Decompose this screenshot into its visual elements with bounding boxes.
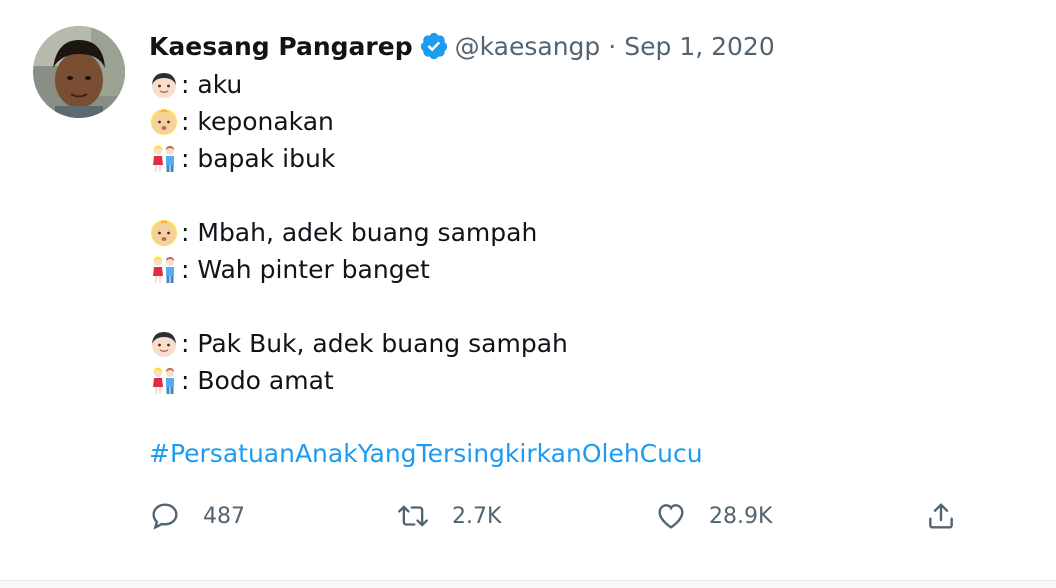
tweet-line: : Wah pinter banget: [149, 251, 1029, 288]
tweet-actions: 487 2.7K 28.9K: [149, 496, 969, 536]
tweet-date[interactable]: Sep 1, 2020: [624, 32, 775, 61]
retweet-button[interactable]: 2.7K: [396, 496, 501, 536]
author-handle[interactable]: @kaesangp: [455, 32, 601, 61]
boy-face-icon: [149, 70, 179, 100]
retweet-icon: [396, 500, 430, 532]
baby-face-icon: [149, 107, 179, 137]
line-text: : aku: [181, 70, 243, 99]
heart-icon: [655, 500, 687, 532]
author-name[interactable]: Kaesang Pangarep: [149, 32, 413, 61]
tweet-body: : aku : keponakan : bapak ibuk : Mbah, a…: [149, 66, 1029, 472]
tweet-card[interactable]: Kaesang Pangarep @kaesangp · Sep 1, 2020…: [0, 0, 1056, 581]
tweet-header: Kaesang Pangarep @kaesangp · Sep 1, 2020: [149, 26, 1029, 66]
baby-face-icon: [149, 218, 179, 248]
boy-face-icon: [149, 329, 179, 359]
tweet-line: : Bodo amat: [149, 362, 1029, 399]
couple-icon: [149, 366, 179, 396]
couple-icon: [149, 144, 179, 174]
tweet-content: Kaesang Pangarep @kaesangp · Sep 1, 2020…: [149, 26, 1029, 472]
reply-icon: [149, 500, 181, 532]
tweet-line: : aku: [149, 66, 1029, 103]
retweet-count: 2.7K: [452, 503, 502, 529]
hashtag-link[interactable]: #PersatuanAnakYangTersingkirkanOlehCucu: [149, 435, 1029, 472]
line-text: : Bodo amat: [181, 366, 334, 395]
line-text: : Mbah, adek buang sampah: [181, 218, 538, 247]
line-text: : keponakan: [181, 107, 334, 136]
like-count: 28.9K: [709, 503, 773, 529]
line-text: : bapak ibuk: [181, 144, 336, 173]
header-separator: ·: [608, 31, 617, 61]
line-text: : Wah pinter banget: [181, 255, 430, 284]
tweet-line: : bapak ibuk: [149, 140, 1029, 177]
avatar[interactable]: [33, 26, 125, 118]
share-button[interactable]: [925, 496, 957, 536]
reply-count: 487: [203, 503, 245, 529]
couple-icon: [149, 255, 179, 285]
share-icon: [925, 500, 957, 532]
line-text: : Pak Buk, adek buang sampah: [181, 329, 568, 358]
tweet-line: : Pak Buk, adek buang sampah: [149, 325, 1029, 362]
verified-badge-icon: [419, 31, 449, 61]
tweet-line: : keponakan: [149, 103, 1029, 140]
like-button[interactable]: 28.9K: [655, 496, 772, 536]
reply-button[interactable]: 487: [149, 496, 245, 536]
tweet-line: : Mbah, adek buang sampah: [149, 214, 1029, 251]
